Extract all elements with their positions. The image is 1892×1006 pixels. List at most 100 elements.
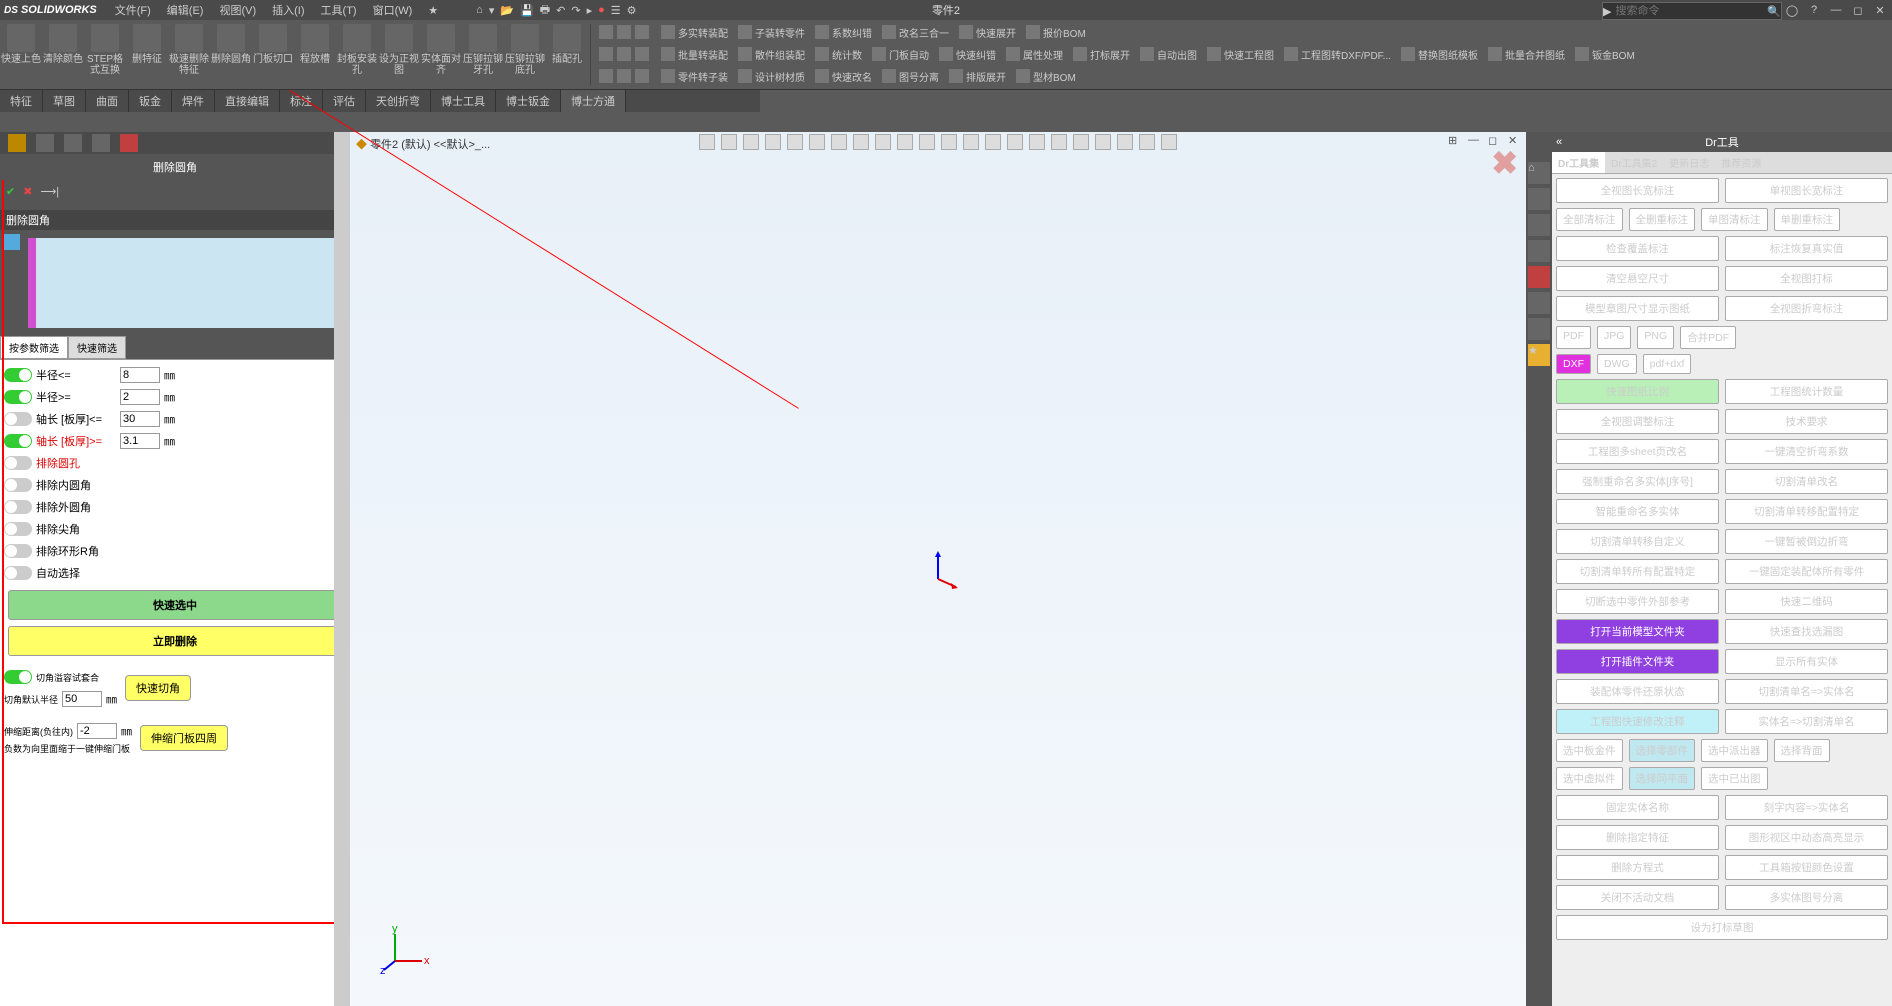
view-tool-1[interactable] (721, 134, 737, 150)
open-icon[interactable]: 📂 (500, 4, 514, 17)
home-icon[interactable]: ⌂ (476, 4, 483, 16)
cmdtab-4[interactable]: 焊件 (172, 90, 215, 112)
rpbtn-19-1[interactable]: 选择零部件 (1629, 739, 1696, 762)
rg-2-6[interactable]: 排版展开 (949, 69, 1006, 84)
print-icon[interactable]: 🖶 (540, 1, 550, 20)
toggle-1[interactable] (4, 390, 32, 404)
pm-cancel-icon[interactable]: ✖ (23, 185, 32, 198)
cmdtab-8[interactable]: 天创折弯 (366, 90, 431, 112)
rsmall-0-0[interactable] (599, 25, 613, 39)
restore-icon[interactable]: ◻ (1850, 2, 1866, 18)
rsmall-2-1[interactable] (617, 69, 631, 83)
help-icon[interactable]: ? (1806, 2, 1822, 18)
cmdtab-1[interactable]: 草图 (43, 90, 86, 112)
view-tool-15[interactable] (1029, 134, 1045, 150)
cube-icon[interactable] (4, 234, 20, 250)
menu-view[interactable]: 视图(V) (213, 0, 262, 20)
rpbtn-11-0[interactable]: 智能重命名多实体 (1556, 499, 1719, 524)
rg-1-1[interactable]: 散件组装配 (738, 47, 805, 62)
dim-icon[interactable] (92, 134, 110, 152)
rs-fav-icon[interactable] (1528, 318, 1550, 340)
user-icon[interactable]: ◯ (1784, 2, 1800, 18)
rpbtn-14-1[interactable]: 快速二维码 (1725, 589, 1888, 614)
close-icon[interactable]: ✕ (1872, 2, 1888, 18)
view-tool-8[interactable] (875, 134, 891, 150)
rpbtn-20-2[interactable]: 选中已出图 (1701, 767, 1768, 790)
filter-tab-param[interactable]: 按参数筛选 (0, 336, 68, 359)
view-tool-18[interactable] (1095, 134, 1111, 150)
rpbtn-19-3[interactable]: 选择背面 (1774, 739, 1830, 762)
new-icon[interactable]: ▾ (489, 4, 495, 17)
rpbtn-5-0[interactable]: PDF (1556, 326, 1591, 349)
rpbtn-15-1[interactable]: 快速查找选漏图 (1725, 619, 1888, 644)
rg-0-0[interactable]: 多实转装配 (661, 25, 728, 40)
rpbtn-6-2[interactable]: pdf+dxf (1643, 354, 1692, 374)
rg-0-6[interactable]: 快速展开 (959, 25, 1016, 40)
rpbtn-22-0[interactable]: 删除指定特征 (1556, 825, 1719, 850)
view-tool-20[interactable] (1139, 134, 1155, 150)
breadcrumb[interactable]: 零件2 (默认) <<默认>_... (370, 139, 490, 151)
menu-edit[interactable]: 编辑(E) (161, 0, 210, 20)
search-box[interactable]: ▶ 🔍 (1602, 2, 1782, 20)
rpbtn-24-0[interactable]: 关闭不活动文档 (1556, 885, 1719, 910)
rpbtn-7-1[interactable]: 工程图统计数量 (1725, 379, 1888, 404)
fillet-radius-input[interactable] (62, 691, 102, 707)
cmdtab-6[interactable]: 标注 (280, 90, 323, 112)
ribbon-13[interactable]: 插配孔 (546, 20, 588, 89)
quick-fillet-button[interactable]: 快速切角 (125, 675, 191, 701)
view-tool-14[interactable] (1007, 134, 1023, 150)
cmdtab-10[interactable]: 博士钣金 (496, 90, 561, 112)
rpbtn-3-0[interactable]: 清空悬空尺寸 (1556, 266, 1719, 291)
rpbtn-1-2[interactable]: 单图清标注 (1701, 208, 1768, 231)
view-tool-10[interactable] (919, 134, 935, 150)
rpbtn-6-1[interactable]: DWG (1597, 354, 1637, 374)
cmdtab-3[interactable]: 钣金 (129, 90, 172, 112)
rsmall-1-0[interactable] (599, 47, 613, 61)
view-tool-9[interactable] (897, 134, 913, 150)
pm-ok-icon[interactable]: ✔ (6, 185, 15, 198)
view-tool-3[interactable] (765, 134, 781, 150)
pm-scrollbar[interactable] (334, 132, 350, 1006)
rg-1-0[interactable]: 批量转装配 (661, 47, 728, 62)
view-triad[interactable]: y x z (380, 926, 430, 976)
rpbtn-4-1[interactable]: 全视图折弯标注 (1725, 296, 1888, 321)
rs-appear-icon[interactable] (1528, 266, 1550, 288)
appearance-icon[interactable] (120, 134, 138, 152)
rpbtn-10-1[interactable]: 切割清单改名 (1725, 469, 1888, 494)
rpbtn-11-1[interactable]: 切割清单转移配置特定 (1725, 499, 1888, 524)
toggle-exclude-holes[interactable] (4, 456, 32, 470)
ribbon-6[interactable]: 门板切口 (252, 20, 294, 89)
chk-3[interactable] (4, 544, 32, 558)
vp-min-icon[interactable]: — (1468, 134, 1484, 150)
chk-0[interactable] (4, 478, 32, 492)
rpbtn-8-1[interactable]: 技术要求 (1725, 409, 1888, 434)
rpbtn-18-0[interactable]: 工程图快速修改注释 (1556, 709, 1719, 734)
rpbtn-14-0[interactable]: 切断选中零件外部参考 (1556, 589, 1719, 614)
ribbon-2[interactable]: STEP格式互换 (84, 20, 126, 89)
rpbtn-6-0[interactable]: DXF (1556, 354, 1591, 374)
delete-now-button[interactable]: 立即删除 (8, 626, 342, 656)
rg-2-4[interactable]: 图号分离 (882, 69, 939, 84)
rp-back-icon[interactable]: « (1556, 136, 1562, 148)
rpbtn-20-0[interactable]: 选中虚拟件 (1556, 767, 1623, 790)
rg-1-13[interactable]: 钣金BOM (1575, 47, 1635, 62)
ribbon-7[interactable]: 程放槽 (294, 20, 336, 89)
search-go-icon[interactable]: 🔍 (1767, 5, 1781, 18)
ribbon-8[interactable]: 封板安装孔 (336, 20, 378, 89)
rpbtn-21-0[interactable]: 固定实体名称 (1556, 795, 1719, 820)
rg-2-3[interactable]: 快速改名 (815, 69, 872, 84)
rpbtn-16-1[interactable]: 显示所有实体 (1725, 649, 1888, 674)
chk-4[interactable] (4, 566, 32, 580)
rpbtn-12-0[interactable]: 切割清单转移自定义 (1556, 529, 1719, 554)
rg-1-2[interactable]: 统计数 (815, 47, 862, 62)
ribbon-9[interactable]: 设为正视图 (378, 20, 420, 89)
toggle-3[interactable] (4, 434, 32, 448)
menu-file[interactable]: 文件(F) (109, 0, 157, 20)
rs-view-icon[interactable] (1528, 240, 1550, 262)
rpbtn-24-1[interactable]: 多实体图号分离 (1725, 885, 1888, 910)
rpbtn-2-1[interactable]: 标注恢复真实值 (1725, 236, 1888, 261)
toggle-fillet-fit[interactable] (4, 670, 32, 684)
feature-tree-icon[interactable] (8, 134, 26, 152)
rpbtn-2-0[interactable]: 检查覆盖标注 (1556, 236, 1719, 261)
ribbon-3[interactable]: 删特征 (126, 20, 168, 89)
